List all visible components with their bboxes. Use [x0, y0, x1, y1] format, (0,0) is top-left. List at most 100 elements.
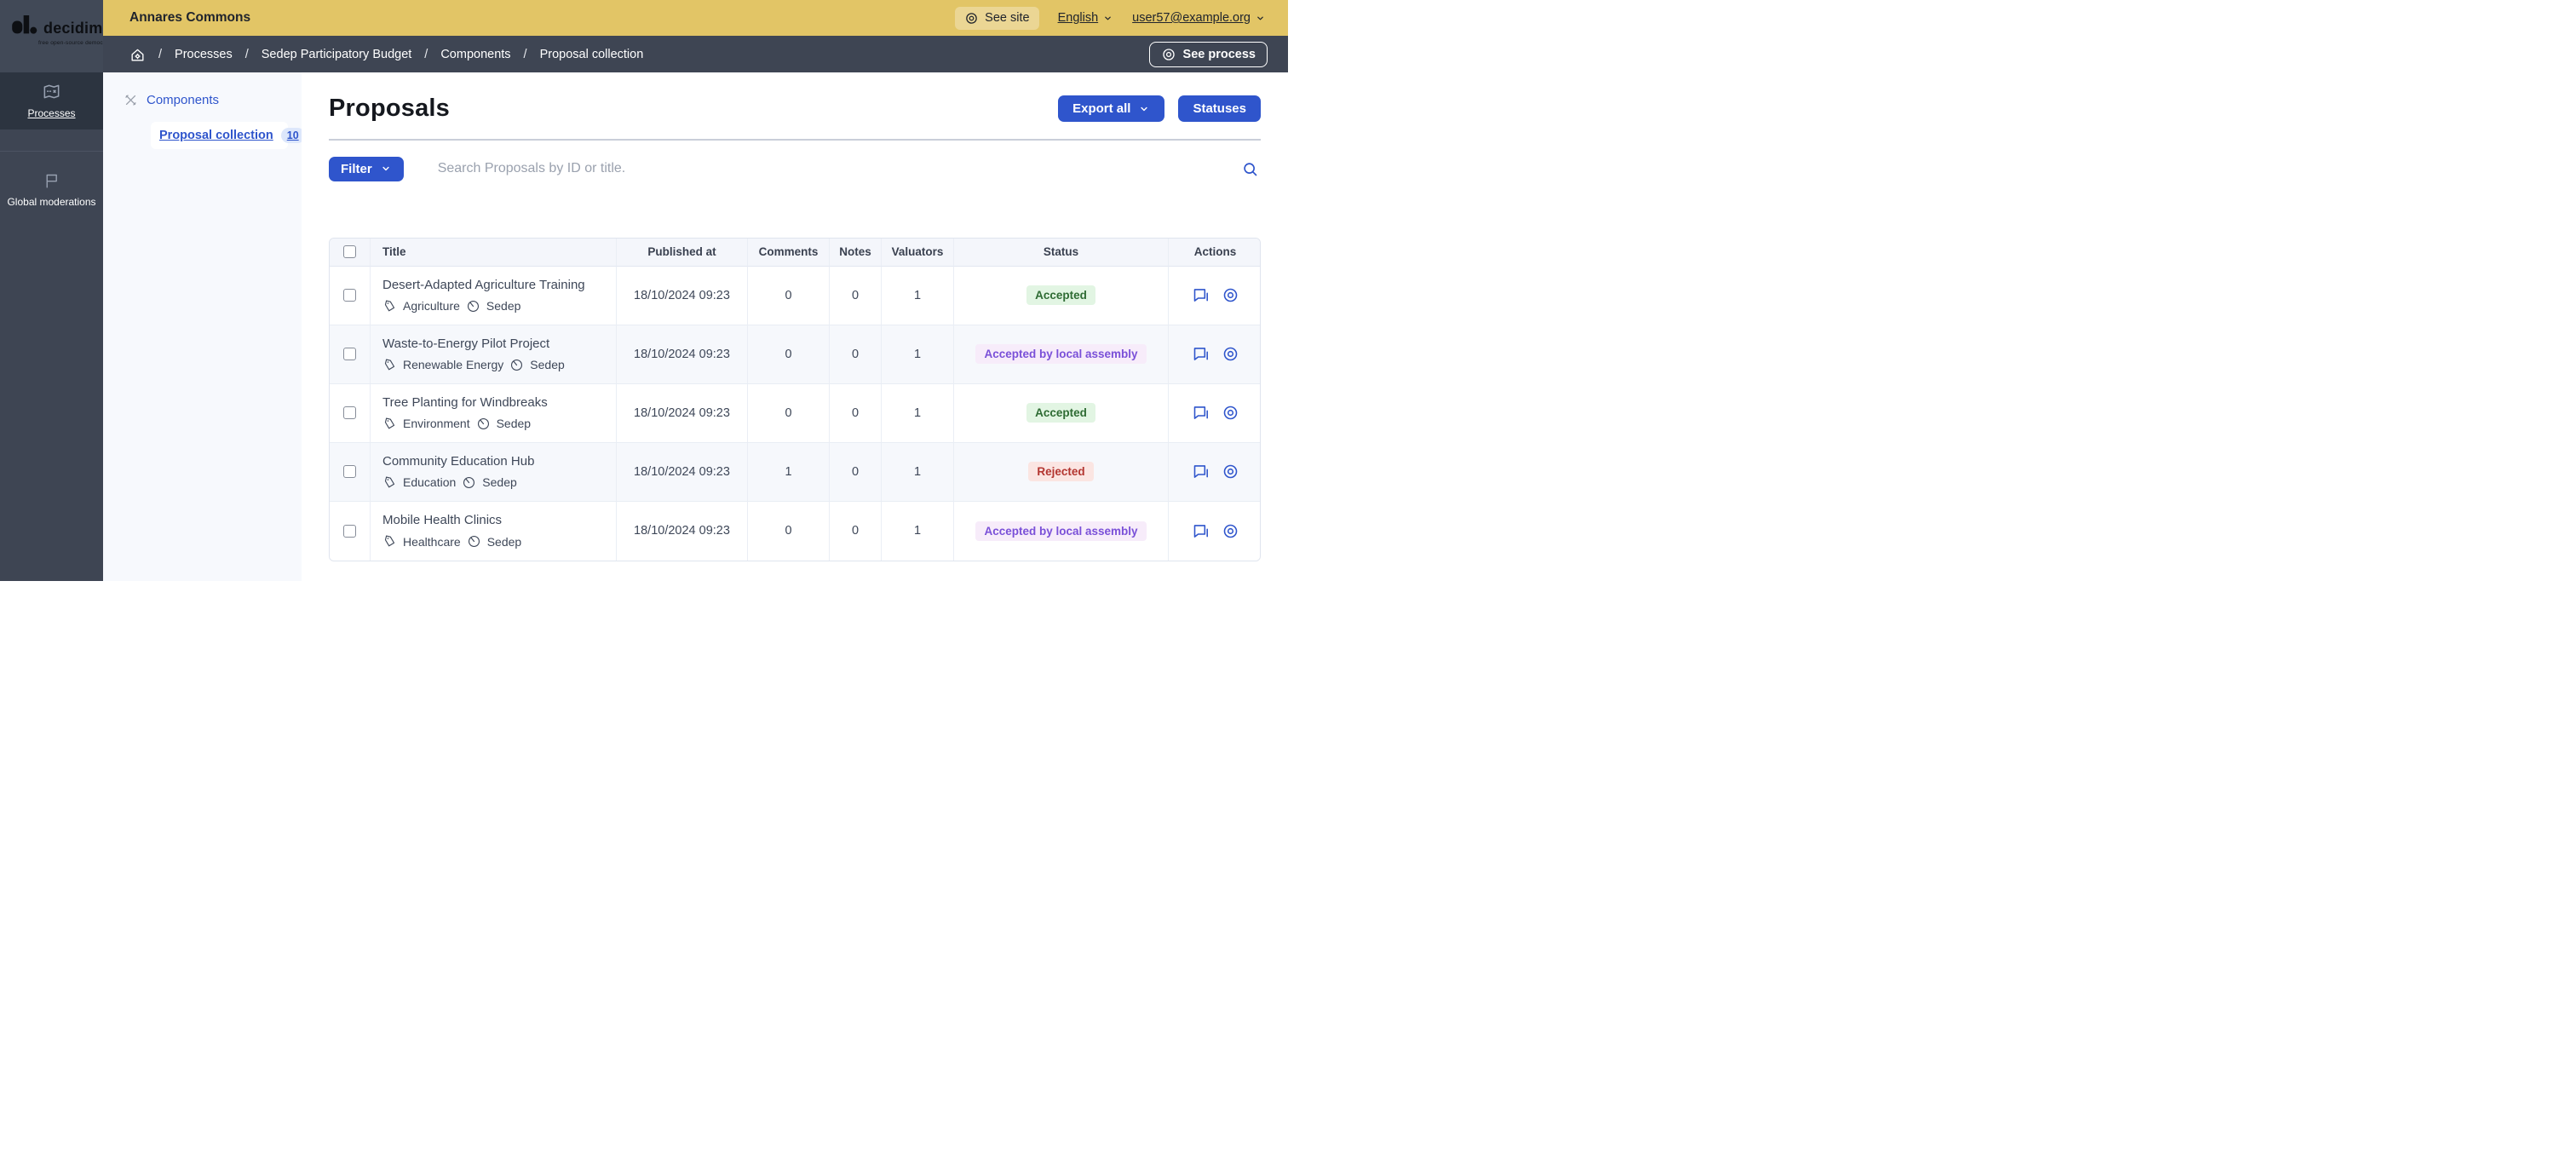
sidebar-divider	[0, 151, 103, 152]
proposals-table: Title Published at Comments Notes Valuat…	[329, 238, 1261, 561]
valuators-count: 1	[882, 267, 954, 325]
header-select-all	[330, 239, 371, 267]
proposal-title-link[interactable]: Tree Planting for Windbreaks	[382, 395, 604, 410]
export-all-button[interactable]: Export all	[1058, 95, 1164, 122]
column-header-published-at: Published at	[617, 239, 748, 267]
valuators-count: 1	[882, 443, 954, 502]
organization-name: Annares Commons	[129, 10, 250, 26]
valuators-count: 1	[882, 325, 954, 384]
panel-item-proposal-collection[interactable]: Proposal collection 10	[151, 122, 288, 149]
eye-icon	[1161, 47, 1176, 62]
status-badge: Accepted by local assembly	[975, 521, 1146, 541]
table-row: Waste-to-Energy Pilot Project Renewable …	[330, 325, 1261, 384]
preview-proposal-icon[interactable]	[1222, 345, 1239, 363]
decidim-logo-icon	[12, 15, 39, 37]
breadcrumb-separator: /	[158, 48, 162, 61]
scope-label: Sedep	[530, 358, 564, 371]
see-site-link[interactable]: See site	[955, 7, 1038, 30]
breadcrumb-separator: /	[245, 48, 249, 61]
flag-icon	[43, 172, 60, 190]
preview-proposal-icon[interactable]	[1222, 404, 1239, 422]
row-checkbox[interactable]	[343, 525, 356, 538]
scope-icon	[476, 417, 491, 431]
table-row: Community Education Hub Education Sedep …	[330, 443, 1261, 502]
row-checkbox[interactable]	[343, 406, 356, 419]
breadcrumb: / Processes / Sedep Participatory Budget…	[103, 36, 1288, 73]
valuators-count: 1	[882, 384, 954, 443]
treasure-map-icon	[42, 82, 61, 101]
category-label: Education	[403, 475, 456, 489]
row-checkbox[interactable]	[343, 289, 356, 302]
sidebar-item-global-moderations[interactable]: Global moderations	[0, 172, 103, 208]
breadcrumb-proposal-collection[interactable]: Proposal collection	[540, 48, 644, 61]
search-input[interactable]	[438, 161, 1239, 176]
category-label: Healthcare	[403, 535, 461, 549]
scope-label: Sedep	[487, 535, 521, 549]
scope-label: Sedep	[497, 417, 531, 430]
column-header-notes: Notes	[830, 239, 882, 267]
comments-count: 0	[748, 502, 830, 561]
user-menu-dropdown[interactable]: user57@example.org	[1132, 11, 1266, 25]
proposal-title-link[interactable]: Desert-Adapted Agriculture Training	[382, 278, 604, 292]
decidim-logo[interactable]: decidim free open-source democracy	[0, 0, 103, 72]
see-process-button[interactable]: See process	[1149, 42, 1268, 67]
answer-proposal-icon[interactable]	[1192, 404, 1210, 422]
proposal-title-link[interactable]: Community Education Hub	[382, 454, 604, 469]
status-badge: Rejected	[1028, 462, 1093, 481]
sidebar-item-processes[interactable]: Processes	[0, 72, 103, 129]
category-label: Agriculture	[403, 299, 460, 313]
breadcrumb-separator: /	[524, 48, 527, 61]
breadcrumb-separator: /	[424, 48, 428, 61]
proposal-title-link[interactable]: Waste-to-Energy Pilot Project	[382, 337, 604, 351]
row-checkbox[interactable]	[343, 348, 356, 360]
published-at-value: 18/10/2024 09:23	[617, 384, 748, 443]
preview-proposal-icon[interactable]	[1222, 522, 1239, 540]
select-all-checkbox[interactable]	[343, 245, 356, 258]
price-tag-icon	[382, 475, 397, 490]
answer-proposal-icon[interactable]	[1192, 522, 1210, 540]
statuses-button[interactable]: Statuses	[1178, 95, 1261, 122]
proposals-table-body: Desert-Adapted Agriculture Training Agri…	[330, 267, 1261, 561]
chevron-down-icon	[1102, 13, 1113, 24]
scope-icon	[467, 534, 481, 549]
admin-sidebar: Processes Global moderations	[0, 72, 103, 581]
price-tag-icon	[382, 534, 397, 549]
language-dropdown[interactable]: English	[1058, 11, 1114, 25]
breadcrumb-components[interactable]: Components	[440, 48, 510, 61]
answer-proposal-icon[interactable]	[1192, 463, 1210, 480]
eye-icon	[964, 11, 979, 26]
row-checkbox[interactable]	[343, 465, 356, 478]
price-tag-icon	[382, 417, 397, 431]
preview-proposal-icon[interactable]	[1222, 463, 1239, 480]
search-icon[interactable]	[1239, 158, 1261, 180]
comments-count: 1	[748, 443, 830, 502]
table-row: Mobile Health Clinics Healthcare Sedep 1…	[330, 502, 1261, 561]
notes-count: 0	[830, 325, 882, 384]
answer-proposal-icon[interactable]	[1192, 286, 1210, 304]
preview-proposal-icon[interactable]	[1222, 286, 1239, 304]
scope-label: Sedep	[482, 475, 516, 489]
page-title: Proposals	[329, 95, 450, 123]
proposal-title-link[interactable]: Mobile Health Clinics	[382, 513, 604, 527]
filter-button[interactable]: Filter	[329, 157, 404, 181]
column-header-comments: Comments	[748, 239, 830, 267]
category-label: Renewable Energy	[403, 358, 503, 371]
brand-tagline: free open-source democracy	[38, 40, 103, 46]
header-divider	[329, 139, 1261, 141]
components-header-link[interactable]: Components	[124, 93, 302, 107]
top-bar: Annares Commons See site English user57@…	[103, 0, 1288, 36]
notes-count: 0	[830, 267, 882, 325]
home-gear-icon[interactable]	[129, 47, 146, 63]
scope-label: Sedep	[486, 299, 520, 313]
breadcrumb-processes[interactable]: Processes	[175, 48, 233, 61]
price-tag-icon	[382, 358, 397, 372]
valuators-count: 1	[882, 502, 954, 561]
column-header-actions: Actions	[1169, 239, 1261, 267]
components-panel: Components Proposal collection 10	[103, 72, 302, 581]
published-at-value: 18/10/2024 09:23	[617, 502, 748, 561]
comments-count: 0	[748, 325, 830, 384]
notes-count: 0	[830, 443, 882, 502]
answer-proposal-icon[interactable]	[1192, 345, 1210, 363]
comments-count: 0	[748, 384, 830, 443]
breadcrumb-process-name[interactable]: Sedep Participatory Budget	[262, 48, 412, 61]
